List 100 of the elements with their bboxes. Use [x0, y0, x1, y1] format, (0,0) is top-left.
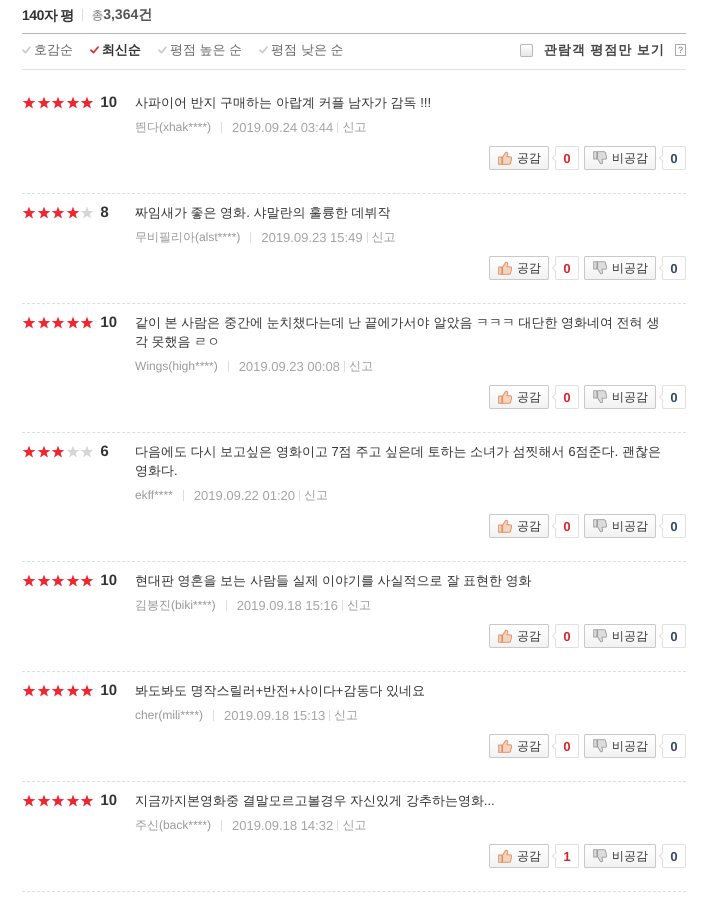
review-date: 2019.09.18 14:32	[232, 818, 334, 832]
dislike-button[interactable]: 비공감	[584, 146, 656, 170]
filter-label: 관람객 평점만 보기	[544, 41, 665, 59]
star-icon	[51, 96, 66, 109]
review-date: 2019.09.18 15:13	[224, 708, 326, 722]
help-button[interactable]: ?	[675, 44, 686, 56]
sort-option[interactable]: 호감순	[22, 41, 73, 59]
thumbs-up-icon	[498, 629, 512, 643]
star-icon	[66, 794, 80, 807]
review-text: 다음에도 다시 보고싶은 영화이고 7점 주고 싶은데 토하는 소녀가 섬찟해서 6점준다. 괜찮은 영화다.	[135, 443, 662, 480]
star-icon	[66, 684, 80, 697]
rating-score: 10	[100, 94, 118, 111]
dislike-count: 0	[658, 734, 686, 758]
thumbs-down-icon	[593, 519, 607, 533]
review-text: 같이 본 사람은 중간에 눈치챘다는데 난 끝에가서야 알았음 ㅋㅋㅋ 대단한 영화네여 전혀 생각 못했음 ㄹㅇ	[135, 314, 660, 351]
like-button[interactable]: 공감	[489, 624, 549, 648]
star-icon	[66, 574, 80, 587]
total-count: 총3,364건	[91, 5, 152, 24]
star-icon	[80, 316, 94, 329]
star-icon	[22, 96, 36, 109]
like-button[interactable]: 공감	[489, 844, 549, 868]
check-icon	[22, 46, 31, 54]
dislike-count: 0	[658, 146, 686, 170]
thumbs-down-icon	[593, 629, 607, 643]
like-button[interactable]: 공감	[489, 385, 549, 409]
star-icon	[80, 445, 94, 458]
star-icon	[66, 316, 80, 329]
like-button[interactable]: 공감	[489, 146, 549, 170]
star-icon	[51, 206, 66, 219]
dislike-button[interactable]: 비공감	[584, 734, 656, 758]
thumbs-down-icon	[593, 261, 607, 275]
review-date: 2019.09.23 15:49	[261, 230, 363, 244]
thumbs-up-icon	[498, 519, 512, 533]
dislike-button[interactable]: 비공감	[584, 514, 656, 538]
rating-score: 6	[100, 443, 109, 460]
author-name: ekff****	[135, 488, 173, 502]
rating-score: 8	[100, 204, 109, 221]
dislike-count: 0	[658, 385, 686, 409]
dislike-count: 0	[658, 514, 686, 538]
thumbs-up-icon	[498, 739, 512, 753]
like-button[interactable]: 공감	[489, 514, 549, 538]
star-icon	[22, 794, 36, 807]
thumbs-up-icon	[498, 390, 512, 404]
star-icon	[36, 794, 51, 807]
thumbs-up-icon	[498, 151, 512, 165]
star-icon	[22, 316, 36, 329]
review-text: 지금까지본영화중 결말모르고볼경우 자신있게 강추하는영화...	[135, 792, 496, 810]
thumbs-down-icon	[593, 151, 607, 165]
dislike-button[interactable]: 비공감	[584, 256, 656, 280]
star-icon	[36, 316, 51, 329]
dislike-button[interactable]: 비공감	[584, 385, 656, 409]
star-icon	[36, 684, 51, 697]
review-date: 2019.09.23 00:08	[238, 358, 340, 374]
author-name: 김봉진(biki****)	[135, 596, 216, 614]
star-icon	[51, 794, 66, 807]
star-icon	[22, 445, 36, 458]
dislike-count: 0	[658, 624, 686, 648]
dislike-count: 0	[658, 256, 686, 280]
check-icon	[158, 46, 167, 54]
checkbox[interactable]	[520, 44, 533, 56]
like-button[interactable]: 공감	[489, 256, 549, 280]
dislike-button[interactable]: 비공감	[584, 624, 656, 648]
like-button[interactable]: 공감	[489, 734, 549, 758]
author-name: 주신(back****)	[135, 816, 212, 834]
author-name: cher(mili****)	[135, 708, 204, 722]
rating-score: 10	[100, 314, 118, 331]
thumbs-up-icon	[498, 261, 512, 275]
star-icon	[51, 445, 66, 458]
star-icon	[66, 445, 80, 458]
sort-option[interactable]: 평점 낮은 순	[259, 41, 344, 59]
dislike-button[interactable]: 비공감	[584, 844, 656, 868]
star-icon	[66, 206, 80, 219]
star-icon	[36, 445, 51, 458]
rating-score: 10	[100, 792, 118, 809]
section-title: 140자 평	[22, 6, 74, 24]
star-icon	[51, 684, 66, 697]
sort-option[interactable]: 최신순	[90, 41, 141, 59]
star-icon	[36, 96, 51, 109]
author-name: Wings(high****)	[135, 359, 218, 373]
star-icon	[22, 684, 36, 697]
like-count: 0	[551, 146, 579, 170]
star-icon	[80, 794, 94, 807]
star-icon	[80, 206, 94, 219]
star-icon	[51, 316, 66, 329]
review-text: 사파이어 반지 구매하는 아랍계 커플 남자가 감독 !!!	[135, 94, 432, 112]
star-icon	[36, 206, 51, 219]
rating-score: 10	[100, 682, 118, 699]
like-count: 0	[551, 624, 579, 648]
thumbs-up-icon	[498, 849, 512, 863]
star-icon	[80, 574, 94, 587]
star-icon	[80, 96, 94, 109]
star-icon	[22, 206, 36, 219]
thumbs-down-icon	[593, 390, 607, 404]
review-date: 2019.09.18 15:16	[236, 598, 338, 612]
sort-option[interactable]: 평점 높은 순	[158, 41, 242, 59]
review-text: 봐도봐도 명작스릴러+반전+사이다+감동다 있네요	[135, 682, 426, 700]
author-name: 띈다(xhak****)	[135, 118, 212, 136]
like-count: 1	[551, 844, 579, 868]
like-count: 0	[551, 734, 579, 758]
check-icon	[90, 46, 99, 54]
